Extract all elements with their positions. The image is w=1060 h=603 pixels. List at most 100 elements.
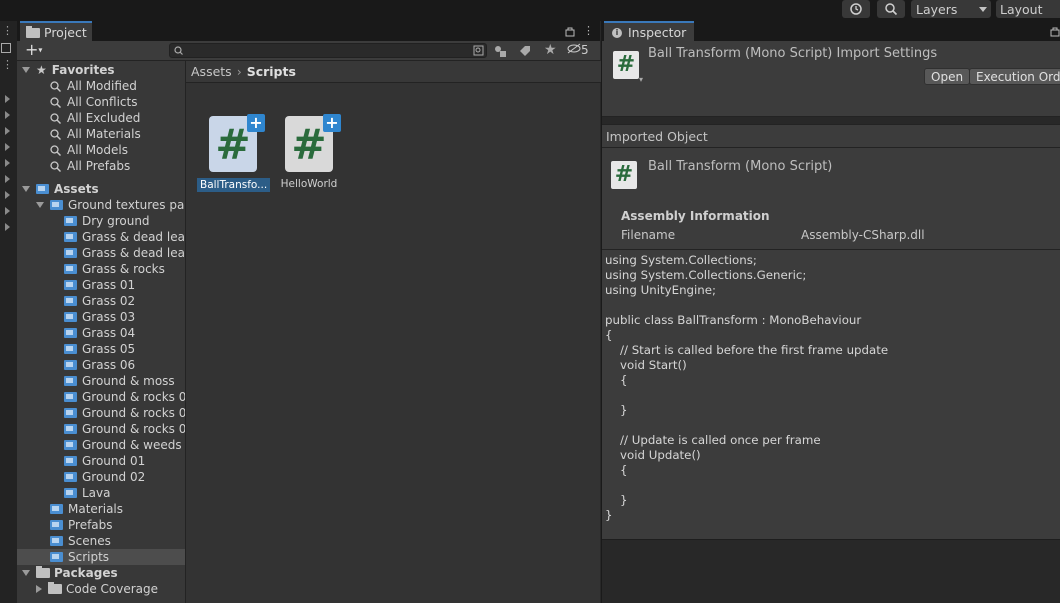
- breadcrumb-scripts[interactable]: Scripts: [247, 64, 296, 79]
- tree-assets-folder[interactable]: Materials: [17, 501, 185, 517]
- star-icon: ★: [36, 63, 47, 77]
- execution-order-button[interactable]: Execution Order: [969, 68, 1060, 85]
- tree-item-label: Scripts: [68, 550, 110, 564]
- folder-icon: [64, 312, 77, 322]
- tree-item-label: Ground & rocks 02: [82, 406, 185, 420]
- chevron-right-icon: ›: [236, 64, 242, 79]
- search-icon: [50, 160, 61, 172]
- tree-favorite-item[interactable]: All Models: [17, 142, 185, 158]
- search-icon: [50, 144, 61, 156]
- tree-assets-folder[interactable]: Prefabs: [17, 517, 185, 533]
- tree-assets-folder[interactable]: Scripts: [17, 549, 185, 565]
- tab-project[interactable]: Project: [20, 21, 92, 42]
- search-scope-icon[interactable]: [473, 45, 484, 56]
- tree-ground-texture-item[interactable]: Ground & weeds: [17, 437, 185, 453]
- folder-icon: [64, 328, 77, 338]
- expand-arrow-icon[interactable]: [5, 127, 10, 135]
- tree-ground-texture-item[interactable]: Grass & dead leafs: [17, 229, 185, 245]
- add-button[interactable]: +▾: [25, 42, 42, 59]
- tree-ground-texture-item[interactable]: Grass 03: [17, 309, 185, 325]
- chevron-down-icon[interactable]: ▾: [639, 75, 643, 84]
- folder-icon: [64, 280, 77, 290]
- kebab-menu-icon[interactable]: ⋮: [583, 24, 594, 37]
- folder-icon: [64, 456, 77, 466]
- kebab-menu-icon[interactable]: ⋮: [2, 25, 13, 36]
- chevron-down-icon[interactable]: [22, 570, 30, 576]
- top-toolbar: Layers Layout: [0, 0, 1060, 21]
- tree-favorite-item[interactable]: All Modified: [17, 78, 185, 94]
- csharp-script-icon: #: [613, 51, 639, 79]
- tree-item-label: Materials: [68, 502, 124, 516]
- tree-ground-texture-item[interactable]: Grass & rocks: [17, 261, 185, 277]
- expand-arrow-icon[interactable]: [5, 207, 10, 215]
- layers-dropdown[interactable]: Layers: [911, 0, 991, 18]
- expand-arrow-icon[interactable]: [5, 175, 10, 183]
- folder-icon: [26, 25, 40, 38]
- tree-packages[interactable]: Packages: [17, 565, 185, 581]
- chevron-down-icon[interactable]: [22, 186, 30, 192]
- search-button[interactable]: [877, 0, 905, 18]
- hidden-count-button[interactable]: 5: [567, 43, 589, 57]
- tree-assets-folder[interactable]: Scenes: [17, 533, 185, 549]
- csharp-script-icon: # +: [285, 114, 341, 172]
- chevron-down-icon[interactable]: [36, 202, 44, 208]
- folder-icon: [64, 264, 77, 274]
- kebab-menu-icon[interactable]: ⋮: [2, 59, 13, 70]
- expand-arrow-icon[interactable]: [5, 95, 10, 103]
- tree-package-item[interactable]: Code Coverage: [17, 581, 185, 597]
- layout-dropdown[interactable]: Layout: [996, 0, 1060, 18]
- chevron-down-icon[interactable]: [22, 67, 30, 73]
- tree-ground-texture-item[interactable]: Grass 06: [17, 357, 185, 373]
- search-input[interactable]: [169, 43, 487, 58]
- lock-icon[interactable]: [565, 26, 575, 37]
- tree-ground-texture-item[interactable]: Grass 02: [17, 293, 185, 309]
- tree-ground-texture-item[interactable]: Ground & moss: [17, 373, 185, 389]
- tag-icon[interactable]: [518, 44, 532, 58]
- chevron-right-icon[interactable]: [36, 585, 42, 593]
- search-icon: [50, 96, 61, 108]
- breadcrumb: Assets › Scripts: [186, 61, 601, 83]
- tree-ground-texture-item[interactable]: Lava: [17, 485, 185, 501]
- tree-item-label: Lava: [82, 486, 111, 500]
- tree-ground-texture-item[interactable]: Ground 01: [17, 453, 185, 469]
- tab-inspector[interactable]: i Inspector: [604, 21, 694, 42]
- layers-label: Layers: [916, 1, 958, 17]
- inspector-panel: i Inspector # ▾ Ball Transform (Mono Scr…: [601, 21, 1060, 603]
- expand-arrow-icon[interactable]: [5, 159, 10, 167]
- tree-item-label: All Materials: [67, 127, 141, 141]
- tree-ground-texture-item[interactable]: Dry ground: [17, 213, 185, 229]
- tree-ground-texture-item[interactable]: Ground & rocks 03: [17, 421, 185, 437]
- folder-icon: [64, 424, 77, 434]
- lock-icon[interactable]: [1050, 26, 1060, 37]
- tree-ground-texture-item[interactable]: Grass 05: [17, 341, 185, 357]
- tree-ground-texture-item[interactable]: Ground & rocks 01: [17, 389, 185, 405]
- tree-favorite-item[interactable]: All Excluded: [17, 110, 185, 126]
- tree-favorite-item[interactable]: All Prefabs: [17, 158, 185, 174]
- breadcrumb-assets[interactable]: Assets: [191, 64, 232, 79]
- filter-type-icon[interactable]: [493, 44, 507, 58]
- star-icon[interactable]: ★: [544, 42, 557, 58]
- tree-ground-textures-pack[interactable]: Ground textures pack: [17, 197, 185, 213]
- expand-arrow-icon[interactable]: [5, 191, 10, 199]
- history-button[interactable]: [842, 0, 870, 18]
- open-button[interactable]: Open: [924, 68, 971, 85]
- expand-arrow-icon[interactable]: [5, 111, 10, 119]
- folder-icon: [64, 360, 77, 370]
- tab-inspector-label: Inspector: [628, 25, 687, 40]
- expand-arrow-icon[interactable]: [5, 223, 10, 231]
- panel-toggle-icon[interactable]: [1, 43, 11, 53]
- tree-ground-texture-item[interactable]: Grass 04: [17, 325, 185, 341]
- tree-ground-texture-item[interactable]: Ground & rocks 02: [17, 405, 185, 421]
- tree-favorite-item[interactable]: All Conflicts: [17, 94, 185, 110]
- folder-icon: [64, 392, 77, 402]
- tree-assets[interactable]: Assets: [17, 181, 185, 197]
- tree-ground-texture-item[interactable]: Grass & dead leafs: [17, 245, 185, 261]
- asset-ball-transform[interactable]: # + BallTransfo...: [197, 114, 271, 192]
- tree-favorite-item[interactable]: All Materials: [17, 126, 185, 142]
- tree-favorites[interactable]: ★ Favorites: [17, 62, 185, 78]
- tree-ground-texture-item[interactable]: Grass 01: [17, 277, 185, 293]
- tree-item-label: Prefabs: [68, 518, 113, 532]
- asset-hello-world[interactable]: # + HelloWorld: [273, 114, 345, 190]
- expand-arrow-icon[interactable]: [5, 143, 10, 151]
- tree-ground-texture-item[interactable]: Ground 02: [17, 469, 185, 485]
